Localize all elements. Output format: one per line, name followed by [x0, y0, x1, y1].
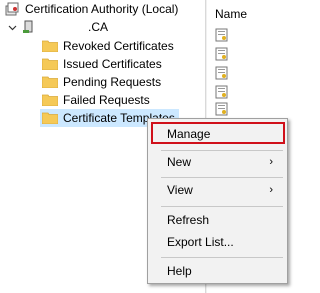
name-column-header[interactable]: Name: [215, 7, 247, 21]
tree-node-ca[interactable]: .CA: [0, 18, 205, 36]
menu-item-label: Export List...: [167, 235, 234, 249]
tree-item-label: Failed Requests: [63, 93, 150, 107]
tree-item-issued-certificates[interactable]: Issued Certificates: [42, 55, 162, 73]
menu-separator: [161, 177, 283, 178]
template-icon[interactable]: [215, 28, 229, 42]
certificate-authority-icon: [4, 1, 20, 17]
tree-item-failed-requests[interactable]: Failed Requests: [42, 91, 150, 109]
folder-icon: [42, 40, 58, 52]
context-menu: Manage New › View › Refresh Export List.…: [147, 118, 288, 284]
menu-item-help[interactable]: Help: [148, 260, 287, 282]
tree-item-label: Issued Certificates: [63, 57, 162, 71]
template-icon[interactable]: [215, 85, 229, 99]
menu-item-refresh[interactable]: Refresh: [148, 209, 287, 231]
template-icon[interactable]: [215, 47, 229, 61]
menu-item-new[interactable]: New ›: [148, 151, 287, 173]
tree-item-revoked-certificates[interactable]: Revoked Certificates: [42, 37, 174, 55]
menu-item-export-list[interactable]: Export List...: [148, 231, 287, 253]
submenu-arrow-icon: ›: [269, 184, 273, 196]
menu-item-label: View: [167, 183, 193, 197]
tree-item-label: Revoked Certificates: [63, 39, 174, 53]
tree-item-pending-requests[interactable]: Pending Requests: [42, 73, 161, 91]
folder-icon: [42, 112, 58, 124]
folder-icon: [42, 94, 58, 106]
expand-chevron-icon[interactable]: [7, 18, 17, 36]
tree-root[interactable]: Certification Authority (Local): [4, 0, 178, 18]
menu-separator: [161, 257, 283, 258]
folder-icon: [42, 58, 58, 70]
tree-item-label: Pending Requests: [63, 75, 162, 89]
submenu-arrow-icon: ›: [269, 156, 273, 168]
template-icon[interactable]: [215, 102, 229, 116]
menu-item-label: Refresh: [167, 213, 210, 227]
menu-item-view[interactable]: View ›: [148, 179, 287, 201]
tree-root-label: Certification Authority (Local): [25, 2, 179, 16]
menu-item-label: Help: [167, 264, 192, 278]
ca-server-icon: [22, 20, 36, 34]
template-icon[interactable]: [215, 66, 229, 80]
menu-item-manage[interactable]: Manage: [148, 123, 287, 145]
menu-separator: [161, 206, 283, 207]
menu-item-label: New: [167, 155, 192, 169]
folder-icon: [42, 76, 58, 88]
menu-item-label: Manage: [167, 127, 211, 141]
tree-node-ca-label: .CA: [88, 20, 109, 34]
